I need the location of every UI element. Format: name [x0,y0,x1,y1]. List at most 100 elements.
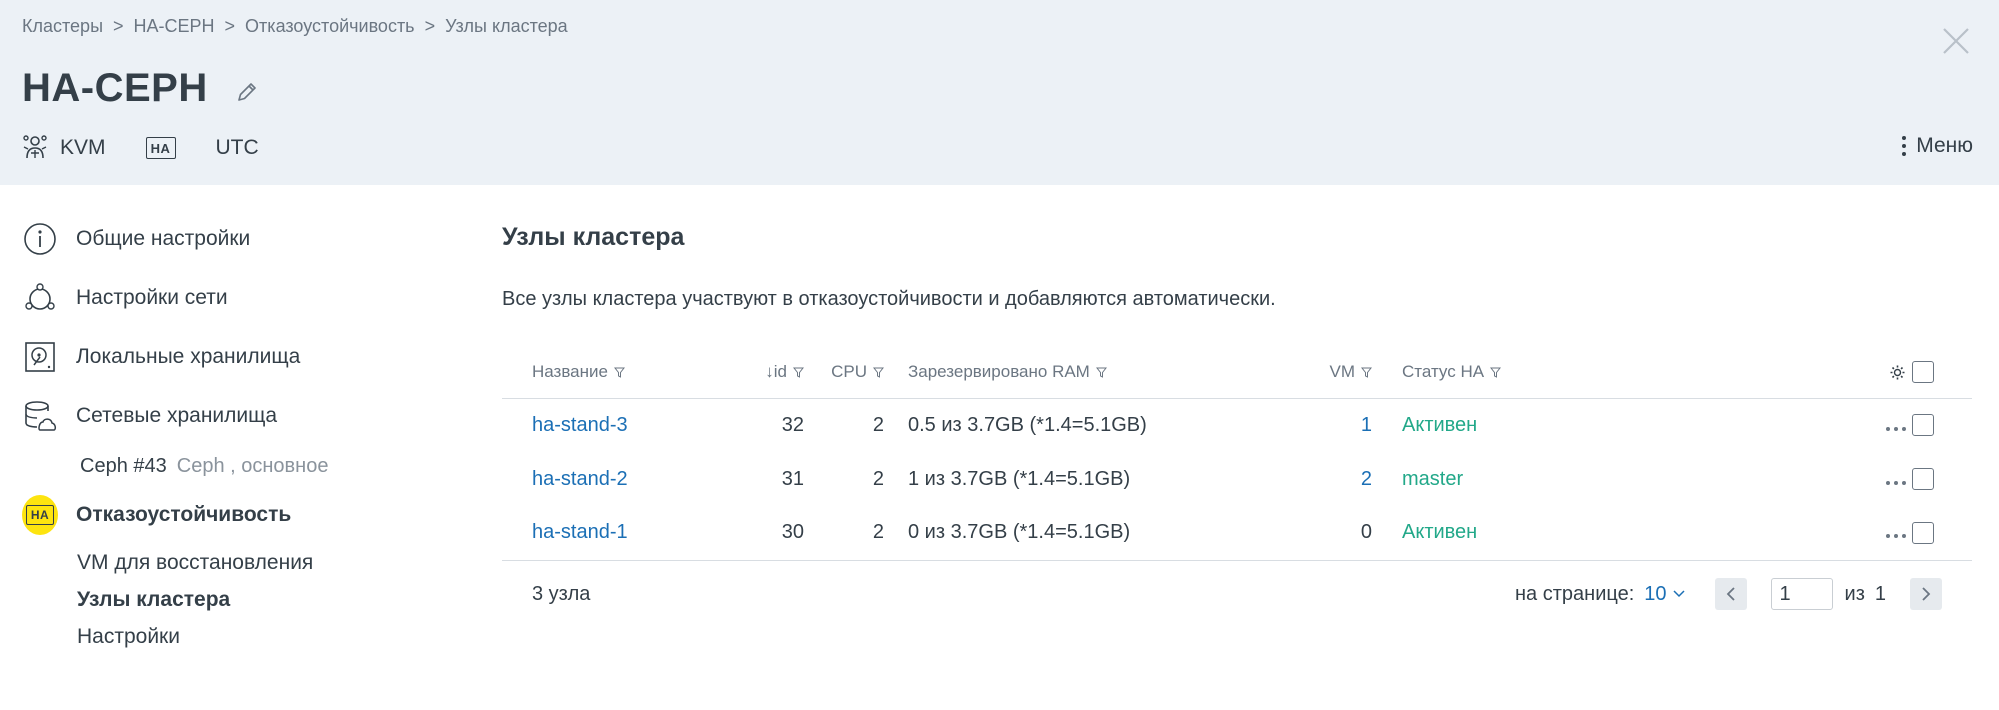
ha-icon: HA [26,505,54,525]
row-count: 3 узла [532,582,591,605]
filter-icon[interactable] [1490,367,1502,378]
timezone-info: UTC [216,136,259,160]
filter-icon[interactable] [613,367,625,378]
column-header-ram[interactable]: Зарезервировано RAM [884,346,1274,399]
column-header-label: CPU [831,361,867,381]
sidebar-item-network-storage[interactable]: Сетевые хранилища [22,398,277,434]
node-name-link[interactable]: ha-stand-3 [532,414,628,436]
node-id: 32 [781,413,804,436]
storage-description: Ceph , основное [176,455,329,477]
filter-icon[interactable] [873,367,884,378]
page-number-input[interactable] [1770,578,1833,610]
menu-label: Меню [1916,134,1973,157]
prev-page-button[interactable] [1714,578,1747,610]
row-checkbox[interactable] [1912,521,1934,544]
node-ha-status: Активен [1402,413,1478,436]
ha-highlight: HA [22,495,58,535]
sidebar-item-label: Локальные хранилища [76,345,301,368]
menu-button[interactable]: Меню [1902,134,1973,158]
table-footer: 3 узла на странице: 10 из 1 [502,567,1972,621]
column-header-vm[interactable]: VM [1274,346,1372,399]
node-cpu: 2 [872,467,884,490]
sidebar-item-high-availability[interactable]: HA Отказоустойчивость [22,495,291,535]
breadcrumb-ha[interactable]: Отказоустойчивость [245,16,415,37]
column-header-label: ↓id [765,361,787,381]
sidebar-item-local-storage[interactable]: Локальные хранилища [22,339,300,375]
database-icon [22,398,58,434]
row-checkbox[interactable] [1912,468,1934,491]
node-id: 30 [712,506,804,561]
network-icon [22,280,58,316]
column-header-label: Зарезервировано RAM [908,361,1090,381]
page-header: Кластеры > HA-CEPH > Отказоустойчивость … [0,0,1999,185]
storage-list-item[interactable]: Ceph #43 Ceph , основное [80,455,328,478]
table-row[interactable]: ha-stand-1 30 2 0 из 3.7GB (*1.4=5.1GB) … [502,506,1972,561]
ha-icon: HA [145,137,176,159]
node-ram: 0.5 из 3.7GB (*1.4=5.1GB) [908,413,1147,436]
column-header-label: Статус HA [1402,361,1485,381]
sidebar-item-label: Настройки сети [76,286,228,309]
row-checkbox[interactable] [1912,414,1934,437]
column-header-status[interactable]: Статус HA [1372,346,1802,399]
node-name-link[interactable]: ha-stand-1 [532,521,628,543]
breadcrumb-current: Узлы кластера [445,16,568,36]
close-icon[interactable] [1941,26,1971,56]
next-page-button[interactable] [1910,578,1942,610]
cluster-meta: KVM HA UTC [22,134,299,162]
row-actions-icon[interactable] [1886,534,1906,539]
breadcrumb-clusters[interactable]: Кластеры [22,16,103,37]
chevron-left-icon [1726,587,1735,601]
table-row[interactable]: ha-stand-2 31 2 1 из 3.7GB (*1.4=5.1GB) … [502,452,1972,506]
chevron-down-icon [1673,590,1685,598]
sidebar-subitem-settings[interactable]: Настройки [77,625,180,649]
filter-icon[interactable] [1095,367,1107,378]
section-title: Узлы кластера [502,223,685,251]
column-header-cpu[interactable]: CPU [804,346,884,399]
breadcrumb-separator: > [424,16,436,36]
kvm-icon [23,135,47,159]
table-row[interactable]: ha-stand-3 32 2 0.5 из 3.7GB (*1.4=5.1GB… [502,398,1972,452]
virtualization-label: KVM [60,136,106,159]
node-ha-status: Активен [1402,521,1478,544]
table-header-row: Название ↓id CPU Зарезервировано RAM VM … [502,346,1972,399]
breadcrumb-cluster[interactable]: HA-CEPH [134,16,215,37]
sidebar-item-network-settings[interactable]: Настройки сети [22,280,228,316]
breadcrumb-separator: > [224,16,236,36]
node-cpu: 2 [872,413,884,436]
chevron-right-icon [1922,587,1931,601]
ha-icon-wrapper: HA [22,495,58,535]
column-header-label: Название [532,361,608,381]
breadcrumb: Кластеры > HA-CEPH > Отказоустойчивость … [22,16,568,37]
node-ram: 0 из 3.7GB (*1.4=5.1GB) [884,506,1274,561]
node-vm-count[interactable]: 1 [1361,414,1372,436]
per-page-label: на странице: [1515,582,1635,605]
node-id: 31 [781,467,804,490]
column-header-name[interactable]: Название [502,346,712,399]
timezone-label: UTC [215,136,259,159]
of-label: из [1844,582,1865,605]
select-all-checkbox[interactable] [1912,360,1934,383]
column-select-all [1912,346,1972,399]
column-header-label: VM [1329,361,1356,381]
sidebar-subitem-vm-recovery[interactable]: VM для восстановления [77,551,313,575]
per-page-value: 10 [1644,582,1667,605]
filter-icon[interactable] [793,367,804,378]
row-actions-icon[interactable] [1886,480,1906,485]
storage-name: Ceph #43 [80,455,167,477]
title-row: HA-CEPH [22,66,260,111]
cluster-nodes-table: Название ↓id CPU Зарезервировано RAM VM … [502,346,1972,561]
column-header-id[interactable]: ↓id [712,346,804,399]
total-pages: 1 [1874,582,1886,605]
per-page-select[interactable]: 10 [1644,582,1685,606]
node-name-link[interactable]: ha-stand-2 [532,468,628,490]
page-title: HA-CEPH [22,66,208,110]
row-actions-icon[interactable] [1886,426,1906,431]
sidebar-subitem-cluster-nodes[interactable]: Узлы кластера [77,588,230,612]
ha-info: HA [145,137,176,159]
node-vm-count[interactable]: 2 [1361,468,1372,490]
sidebar-item-general-settings[interactable]: Общие настройки [22,221,250,257]
pencil-icon[interactable] [234,79,260,105]
sidebar-item-label: Сетевые хранилища [76,404,278,427]
filter-icon[interactable] [1361,367,1372,378]
gear-icon[interactable] [1889,364,1906,381]
